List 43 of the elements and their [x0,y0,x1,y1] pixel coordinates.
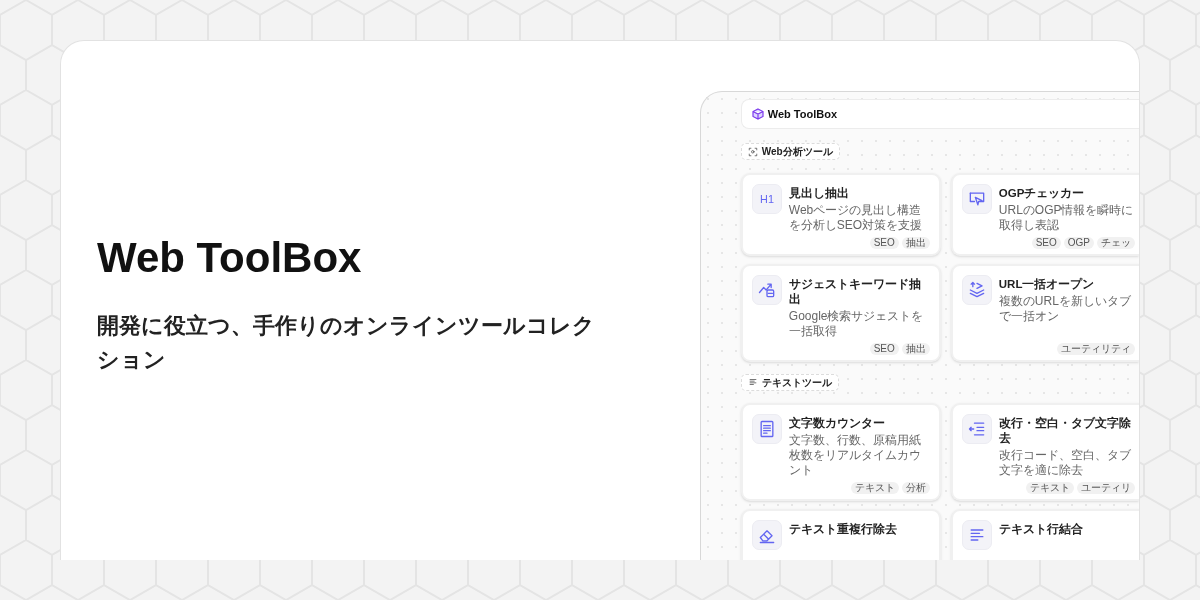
tool-title: 文字数カウンター [788,415,886,431]
tool-card[interactable]: テキスト行結合 [950,509,1139,560]
hero-title: Web ToolBox [97,233,362,284]
brand-name: Web ToolBox [767,106,838,122]
tag: チェッ [1097,236,1135,249]
h1-text-icon: H1 [756,188,777,209]
tag: ユーティリティ [1057,342,1135,355]
tool-title: URL一括オープン [998,276,1096,292]
tag: テキスト [850,482,899,494]
tag: SEO [869,236,899,249]
tag: OGP [1063,236,1094,249]
tool-title: OGPチェッカー [998,185,1086,201]
tool-title: テキスト重複行除去 [788,521,898,537]
tool-description: 複数のURLを新しいタブで一括オン [998,293,1132,324]
tool-card[interactable]: サジェストキーワード抽出 Google検索サジェストを一括取得 SEO 抽出 [740,263,941,362]
section-title: テキストツール [761,375,832,390]
tool-card[interactable]: テキスト重複行除去 [740,509,941,560]
tag: テキスト [1026,482,1074,494]
tool-title: 見出し抽出 [788,185,850,201]
tool-card[interactable]: 改行・空白・タブ文字除去 改行コード、空白、タブ文字を適に除去 テキスト ユーティリ [950,403,1139,501]
tool-card[interactable]: OGPチェッカー URLのOGP情報を瞬時に取得し表認 SEO OGP チェッ [950,172,1139,256]
tool-description: URLのOGP情報を瞬時に取得し表認 [998,202,1135,233]
tool-title: サジェストキーワード抽出 [788,276,922,307]
tool-description: 改行コード、空白、タブ文字を適に除去 [998,448,1132,478]
tool-description: Google検索サジェストを一括取得 [788,308,925,339]
cube-logo-icon [751,108,764,120]
tool-description: 文字数、行数、原稿用紙枚数をリアルタイムカウント [788,433,922,478]
tool-card[interactable]: URL一括オープン 複数のURLを新しいタブで一括オン ユーティリティ [950,263,1139,362]
tag: SEO [869,342,899,355]
tool-description: Webページの見出し構造を分析しSEO対策を支援 [788,202,924,233]
section-title: Web分析ツール [761,145,833,159]
hero-subtitle: 開発に役立つ、手作りのオンラインツールコレクション [97,311,596,374]
tool-title: テキスト行結合 [998,522,1084,537]
tag: 抽出 [901,342,930,355]
tool-title: 改行・空白・タブ文字除去 [998,415,1132,446]
tool-card[interactable]: 文字数カウンター 文字数、行数、原稿用紙枚数をリアルタイムカウント テキスト 分析 [740,403,941,501]
scan-icon [747,146,758,157]
tag: SEO [1031,236,1061,249]
tag: ユーティリ [1077,482,1135,494]
tag: 分析 [901,482,930,494]
tool-card[interactable]: H1 見出し抽出 Webページの見出し構造を分析しSEO対策を支援 SEO 抽出 [740,172,941,256]
tag: 抽出 [901,236,930,249]
menu-lines-icon [747,377,758,387]
